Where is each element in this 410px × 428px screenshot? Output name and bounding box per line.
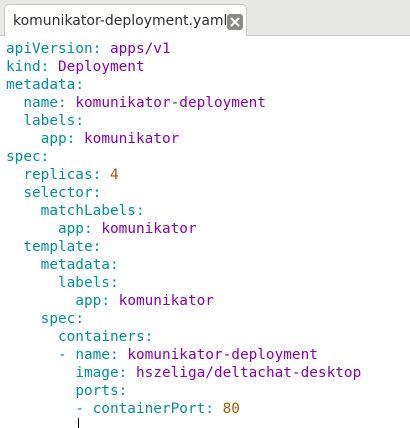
code-value: apps/v1 [109,41,171,57]
yaml-code-block: apiVersion: apps/v1 kind: Deployment metad… [6,40,361,418]
code-line: app: komunikator [6,220,361,238]
code-line: image: hszeliga/deltachat-desktop [6,364,361,382]
code-colon: : [40,59,50,75]
code-colon: : [135,203,145,219]
code-value: komunikator [118,293,214,309]
code-colon: : [92,41,102,57]
code-line: name: komunikator-deployment [6,94,361,112]
code-key: spec [6,149,41,165]
code-line: ports: [6,382,361,400]
code-colon: : [205,401,214,417]
code-line: metadata: [6,76,361,94]
code-key: app [75,293,102,309]
code-value: 4 [109,167,119,183]
code-line: app: komunikator [6,292,361,310]
code-list-dash: - [75,401,93,417]
code-key: selector [23,185,93,201]
code-value: komunikator [101,221,197,237]
code-colon: : [75,77,84,93]
code-line: spec: [6,148,361,166]
code-colon: : [92,239,102,255]
tab-komunikator-deployment[interactable]: komunikator-deployment.yaml [4,4,247,36]
code-line: - name: komunikator-deployment [6,346,361,364]
code-colon: : [75,113,84,129]
close-x-icon[interactable] [227,14,243,30]
code-colon: : [109,275,119,291]
code-value: komunikator-deployment [127,347,318,363]
code-line: spec: [6,310,361,328]
code-colon: : [118,365,128,381]
code-key: ports [75,383,119,399]
code-value: Deployment [58,59,145,75]
code-key: spec [40,311,76,327]
code-key: containers [57,329,145,345]
code-key: metadata [6,77,76,93]
code-line: selector: [6,184,361,202]
code-key: containerPort [92,401,206,417]
code-key: template [23,239,93,255]
code-colon: : [40,149,50,165]
code-line: matchLabels: [6,202,361,220]
code-key: apiVersion [6,41,93,57]
code-colon: : [118,383,128,399]
code-key: labels [57,275,110,291]
code-colon: : [83,221,93,237]
code-list-dash: - [57,347,76,363]
code-value: komunikator-deployment [75,95,266,111]
code-colon: : [75,311,84,327]
code-value: komunikator [84,131,180,147]
code-line: labels: [6,112,361,130]
code-key: app [57,221,84,237]
code-key: kind [6,59,41,75]
code-colon: : [66,131,76,147]
code-line: app: komunikator [6,130,361,148]
code-value: 80 [222,401,240,417]
code-line: metadata: [6,256,361,274]
code-line: template: [6,238,361,256]
code-key: labels [23,113,76,129]
code-key: app [40,131,67,147]
code-line: - containerPort: 80 [6,400,361,418]
code-colon: : [57,95,67,111]
code-key: matchLabels [40,203,136,219]
code-line: labels: [6,274,361,292]
code-colon: : [92,167,102,183]
code-key: name [23,95,58,111]
code-line: containers: [6,328,361,346]
code-colon: : [92,185,102,201]
code-key: metadata [40,257,110,273]
code-colon: : [109,257,119,273]
code-colon: : [109,347,119,363]
code-editor[interactable]: apiVersion: apps/v1 kind: Deployment metad… [0,36,410,428]
code-key: image [75,365,119,381]
tab-bar: komunikator-deployment.yaml [0,0,410,36]
code-key: replicas [23,167,93,183]
code-value: hszeliga/deltachat-desktop [135,365,362,381]
code-colon: : [144,329,154,345]
code-line: replicas: 4 [6,166,361,184]
code-line: apiVersion: apps/v1 [6,40,361,58]
code-colon: : [101,293,110,309]
code-line: kind: Deployment [6,58,361,76]
tab-title: komunikator-deployment.yaml [13,13,228,29]
code-key: name [75,347,110,363]
text-cursor [78,418,79,428]
